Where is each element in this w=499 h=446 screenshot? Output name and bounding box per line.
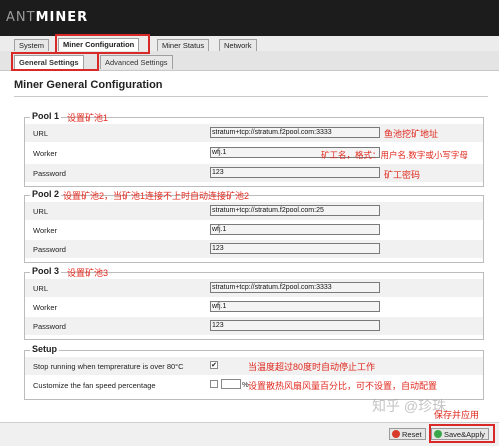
setup-temp-note: 当温度超过80度时自动停止工作 xyxy=(248,362,376,372)
reset-button[interactable]: Reset xyxy=(389,428,426,440)
pool2-worker-input[interactable]: wfj.1 xyxy=(210,224,380,235)
temp-stop-checkbox[interactable]: ✔ xyxy=(210,361,218,369)
pool3-url-label: URL xyxy=(33,284,49,293)
logo-suffix: MINER xyxy=(35,10,89,25)
title-divider xyxy=(14,96,488,97)
subtab-general-settings[interactable]: General Settings xyxy=(14,55,84,69)
pool1-password-annotation: 矿工密码 xyxy=(384,170,421,180)
save-apply-note: 保存并应用 xyxy=(434,410,480,420)
tab-miner-configuration[interactable]: Miner Configuration xyxy=(58,38,140,52)
pool1-url-input[interactable]: stratum+tcp://stratum.f2pool.com:3333 xyxy=(210,127,380,138)
pool3-password-input[interactable]: 123 xyxy=(210,320,380,331)
logo-prefix: ANT xyxy=(6,10,36,25)
pool2-worker-row: Worker wfj.1 xyxy=(25,221,483,239)
pool2-url-input[interactable]: stratum+tcp://stratum.f2pool.com:25 xyxy=(210,205,380,216)
pool1-title: Pool 1 xyxy=(30,111,62,121)
pool3-worker-input[interactable]: wfj.1 xyxy=(210,301,380,312)
pool3-password-row: Password 123 xyxy=(25,317,483,335)
tab-system[interactable]: System xyxy=(14,39,50,51)
pool3-worker-label: Worker xyxy=(33,303,58,312)
pool3-url-row: URL stratum+tcp://stratum.f2pool.com:333… xyxy=(25,279,483,297)
pool3-url-input[interactable]: stratum+tcp://stratum.f2pool.com:3333 xyxy=(210,282,380,293)
subtab-advanced-settings[interactable]: Advanced Settings xyxy=(100,55,173,69)
save-icon xyxy=(434,430,442,438)
pool1-password-label: Password xyxy=(33,169,66,178)
pool3-worker-row: Worker wfj.1 xyxy=(25,298,483,316)
pool1-note: 设置矿池1 xyxy=(67,113,109,123)
tab-miner-status[interactable]: Miner Status xyxy=(157,39,210,51)
page-title: Miner General Configuration xyxy=(14,79,163,91)
pool1-url-label: URL xyxy=(33,129,49,138)
pool2-title: Pool 2 xyxy=(30,189,62,199)
pool1-url-annotation: 鱼池挖矿地址 xyxy=(384,129,439,139)
reset-icon xyxy=(392,430,400,438)
pool2-password-input[interactable]: 123 xyxy=(210,243,380,254)
tab-network[interactable]: Network xyxy=(219,39,257,51)
pool2-url-label: URL xyxy=(33,207,49,216)
pool1-worker-label: Worker xyxy=(33,149,58,158)
app-header: ANTMINER xyxy=(0,0,499,36)
setup-fan-label: Customize the fan speed percentage xyxy=(33,381,156,390)
pool2-password-label: Password xyxy=(33,245,66,254)
setup-temp-label: Stop running when temprerature is over 8… xyxy=(33,362,184,371)
pool1-password-input[interactable]: 123 xyxy=(210,167,380,178)
pool2-note: 设置矿池2，当矿池1连接不上时自动连接矿池2 xyxy=(63,191,250,201)
pool2-url-row: URL stratum+tcp://stratum.f2pool.com:25 xyxy=(25,202,483,220)
pool2-worker-label: Worker xyxy=(33,226,58,235)
reset-button-label: Reset xyxy=(402,430,422,439)
pool3-password-label: Password xyxy=(33,322,66,331)
antminer-logo: ANTMINER xyxy=(6,10,88,25)
setup-fan-note: 设置散热风扇风量百分比，可不设置，自动配置 xyxy=(248,381,438,391)
fan-percent-input[interactable] xyxy=(221,379,241,389)
pool2-password-row: Password 123 xyxy=(25,240,483,258)
save-apply-button-label: Save&Apply xyxy=(444,430,485,439)
pool3-title: Pool 3 xyxy=(30,266,62,276)
pool3-note: 设置矿池3 xyxy=(67,268,109,278)
fan-custom-checkbox[interactable] xyxy=(210,380,218,388)
setup-title: Setup xyxy=(30,344,60,354)
save-apply-button[interactable]: Save&Apply xyxy=(431,428,489,440)
pool1-worker-annotation: 矿工名，格式：用户名.数字或小写字母 xyxy=(321,150,468,160)
